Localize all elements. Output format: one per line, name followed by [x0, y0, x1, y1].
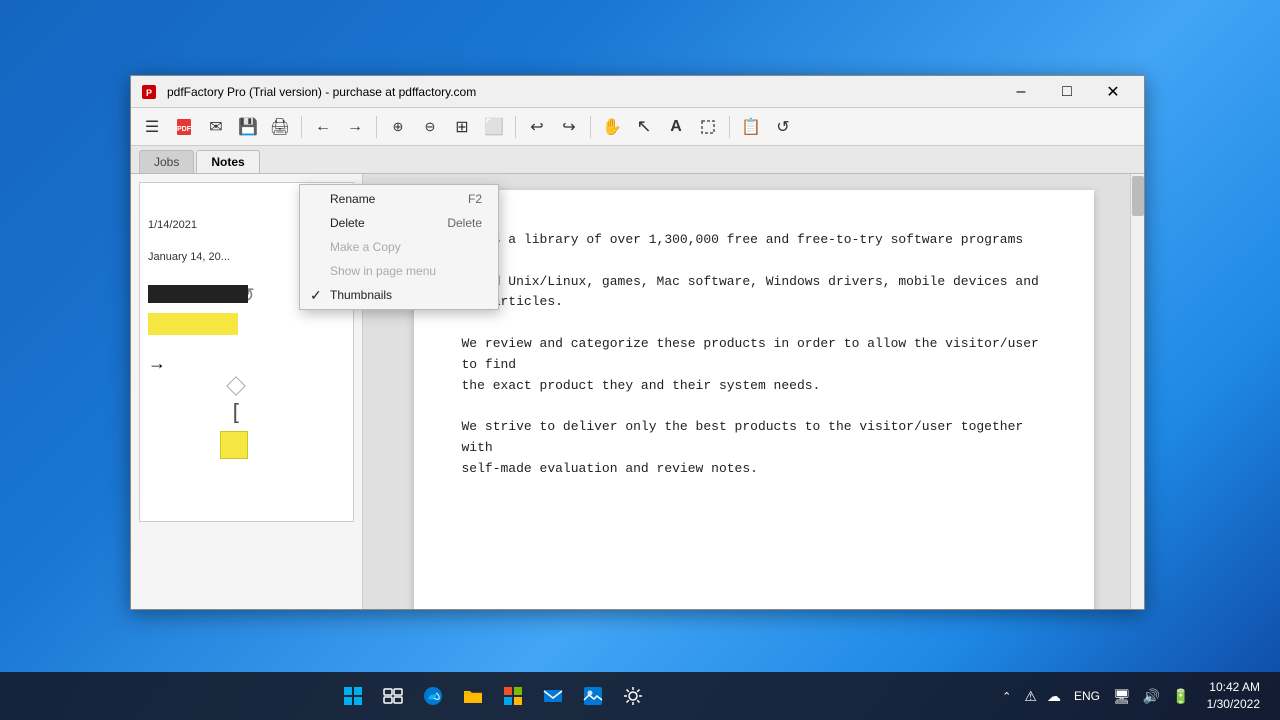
doc-paragraph-2: We review and categorize these products … — [462, 334, 1046, 396]
clock-time: 10:42 AM — [1207, 679, 1260, 696]
context-show-in-page-menu: Show in page menu — [300, 259, 498, 283]
thumbnail-date1: 1/14/2021 — [148, 219, 197, 231]
toolbar-separator-3 — [515, 116, 516, 138]
titlebar: P pdfFactory Pro (Trial version) - purch… — [131, 76, 1144, 108]
delete-label: Delete — [330, 216, 365, 230]
svg-text:PDF: PDF — [177, 126, 192, 133]
taskbar-left — [0, 678, 986, 714]
delete-shortcut: Delete — [447, 216, 482, 230]
crop-button[interactable] — [693, 113, 723, 141]
zoom-out-button[interactable]: ⊖ — [415, 113, 445, 141]
main-area: ✓ 1/14/2021 January 14, 20... ↺ → [ — [131, 174, 1144, 609]
close-button[interactable]: ✕ — [1090, 76, 1136, 108]
taskbar: ⌃ ⚠ ☁ ENG 🖥 🔊 🔋 10:42 AM 1/30/2022 — [0, 672, 1280, 720]
context-delete[interactable]: Delete Delete — [300, 211, 498, 235]
thumbnail-bracket: [ — [229, 401, 242, 426]
rename-label: Rename — [330, 192, 375, 206]
hand-button[interactable]: ✋ — [597, 113, 627, 141]
taskbar-clock[interactable]: 10:42 AM 1/30/2022 — [1199, 679, 1268, 713]
undo-button[interactable]: ↩ — [522, 113, 552, 141]
warning-tray-icon[interactable]: ⚠ — [1021, 686, 1040, 707]
thumbnail-date2: January 14, 20... — [148, 251, 230, 263]
text-button[interactable]: A — [661, 113, 691, 141]
save-button[interactable]: 💾 — [233, 113, 263, 141]
titlebar-controls: – □ ✕ — [998, 76, 1136, 108]
thumbnail-diamond — [226, 376, 246, 396]
show-in-page-menu-label: Show in page menu — [330, 264, 436, 278]
mail-button[interactable] — [535, 678, 571, 714]
app-icon: P — [139, 82, 159, 102]
redo-button[interactable]: ↪ — [554, 113, 584, 141]
tab-jobs[interactable]: Jobs — [139, 150, 194, 173]
grid-button[interactable]: ⊞ — [447, 113, 477, 141]
rename-shortcut: F2 — [468, 192, 482, 206]
tab-notes[interactable]: Notes — [196, 150, 259, 173]
toolbar: ☰ PDF ✉ 💾 🖨 ← → ⊕ ⊖ ⊞ ⬜ ↩ ↪ ✋ ↖ A — [131, 108, 1144, 146]
settings-button[interactable] — [615, 678, 651, 714]
window-title: pdfFactory Pro (Trial version) - purchas… — [167, 85, 998, 99]
doc-paragraph-3: We strive to deliver only the best produ… — [462, 417, 1046, 479]
language-indicator[interactable]: ENG — [1070, 689, 1104, 703]
refresh-button[interactable]: ↺ — [768, 113, 798, 141]
email-button[interactable]: ✉ — [201, 113, 231, 141]
app-window: P pdfFactory Pro (Trial version) - purch… — [130, 75, 1145, 610]
select-button[interactable]: ↖ — [629, 113, 659, 141]
maximize-button[interactable]: □ — [1044, 76, 1090, 108]
thumbnails-label: Thumbnails — [330, 288, 392, 302]
store-button[interactable] — [495, 678, 531, 714]
desktop: P pdfFactory Pro (Trial version) - purch… — [0, 0, 1280, 720]
toolbar-separator-2 — [376, 116, 377, 138]
toolbar-separator-4 — [590, 116, 591, 138]
thumbnail-sticky: ≡≡ — [220, 431, 248, 459]
taskbar-right: ⌃ ⚠ ☁ ENG 🖥 🔊 🔋 10:42 AM 1/30/2022 — [986, 679, 1280, 713]
toolbar-separator-5 — [729, 116, 730, 138]
tray-chevron[interactable]: ⌃ — [998, 686, 1015, 707]
taskview-button[interactable] — [375, 678, 411, 714]
make-copy-label: Make a Copy — [330, 240, 401, 254]
context-thumbnails[interactable]: ✓ Thumbnails — [300, 283, 498, 307]
tabs-bar: Jobs Notes — [131, 146, 1144, 174]
context-menu: Rename F2 Delete Delete Make a Copy Show… — [299, 184, 499, 310]
back-button[interactable]: ← — [308, 113, 338, 141]
context-make-copy: Make a Copy — [300, 235, 498, 259]
thumbnails-checkmark-icon: ✓ — [310, 287, 322, 304]
scrollbar-thumb[interactable] — [1132, 176, 1144, 216]
edge-button[interactable] — [415, 678, 451, 714]
start-button[interactable] — [335, 678, 371, 714]
minimize-button[interactable]: – — [998, 76, 1044, 108]
file-explorer-button[interactable] — [455, 678, 491, 714]
svg-text:P: P — [146, 88, 152, 98]
volume-tray-icon[interactable]: 🔊 — [1140, 686, 1163, 707]
menu-button[interactable]: ☰ — [137, 113, 167, 141]
print-button[interactable]: 🖨 — [265, 113, 295, 141]
photos-button[interactable] — [575, 678, 611, 714]
context-rename[interactable]: Rename F2 — [300, 187, 498, 211]
forward-button[interactable]: → — [340, 113, 370, 141]
thumbnail-black-bar — [148, 285, 248, 303]
toolbar-separator-1 — [301, 116, 302, 138]
scrollbar[interactable] — [1130, 174, 1144, 609]
monitor-tray-icon[interactable]: 🖥 — [1110, 686, 1134, 707]
doc-page: ia is a library of over 1,300,000 free a… — [414, 190, 1094, 609]
copy-button[interactable]: 📋 — [736, 113, 766, 141]
cloud-tray-icon[interactable]: ☁ — [1044, 686, 1064, 707]
taskbar-tray: ⚠ ☁ — [1021, 686, 1064, 707]
battery-tray-icon[interactable]: 🔋 — [1169, 686, 1192, 707]
clock-date: 1/30/2022 — [1207, 696, 1260, 713]
thumbnail-yellow-bar — [148, 313, 238, 335]
doc-paragraph-1: ia is a library of over 1,300,000 free a… — [462, 230, 1046, 313]
fit-button[interactable]: ⬜ — [479, 113, 509, 141]
zoom-in-button[interactable]: ⊕ — [383, 113, 413, 141]
thumbnail-arrow: → — [148, 353, 166, 374]
pdf-button[interactable]: PDF — [169, 113, 199, 141]
